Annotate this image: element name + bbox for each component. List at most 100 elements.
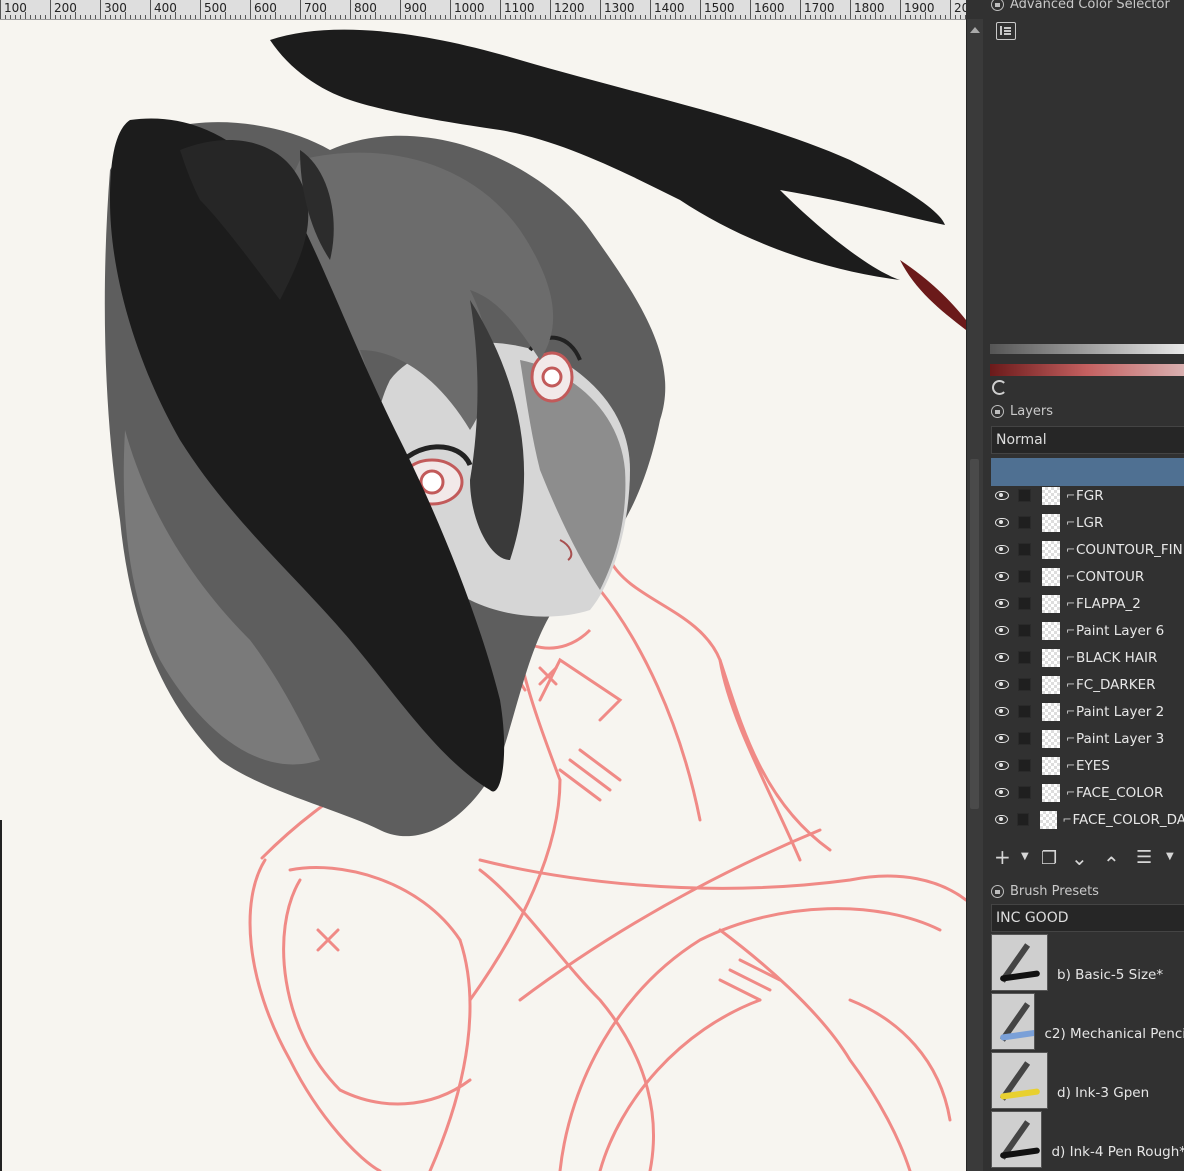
ruler-tick	[460, 15, 461, 19]
layer-thumbnail-icon	[1042, 567, 1060, 586]
eye-icon[interactable]	[995, 815, 1008, 824]
inherit-alpha-icon: ⌐	[1066, 732, 1076, 745]
layer-row[interactable]: ⌐ BLACK HAIR	[991, 644, 1184, 671]
chevron-down-icon[interactable]: ▼	[1166, 851, 1174, 862]
layer-row[interactable]: ⌐ Paint Layer 2	[991, 698, 1184, 725]
ruler-label: 800	[354, 1, 377, 15]
list-settings-icon[interactable]	[996, 22, 1016, 40]
brush-preset-item[interactable]: d) Ink-3 Gpen	[991, 1050, 1184, 1109]
vertical-scrollbar[interactable]	[966, 19, 983, 1171]
ruler-tick	[50, 0, 51, 19]
eye-icon[interactable]	[995, 788, 1009, 797]
ruler-tick	[795, 15, 796, 19]
brush-preset-item[interactable]: b) Basic-5 Size*	[991, 932, 1184, 991]
layer-checkbox[interactable]	[1018, 732, 1031, 745]
layer-row[interactable]: ⌐ CONTOUR	[991, 563, 1184, 590]
lock-icon[interactable]	[991, 885, 1004, 898]
eye-icon[interactable]	[995, 653, 1009, 662]
layer-checkbox[interactable]	[1018, 651, 1031, 664]
layer-checkbox[interactable]	[1018, 678, 1031, 691]
layer-row[interactable]: ⌐ FACE_COLOR	[991, 779, 1184, 806]
layer-row[interactable]: ⌐ COUNTOUR_FIN	[991, 536, 1184, 563]
scroll-thumb[interactable]	[970, 459, 979, 809]
ruler-tick	[510, 15, 511, 19]
color-selector-header: Advanced Color Selector	[991, 0, 1170, 12]
color-history-bar[interactable]	[990, 364, 1184, 376]
ruler-tick	[715, 15, 716, 19]
layer-row[interactable]: ⌐ LGR	[991, 509, 1184, 536]
ruler-tick	[115, 15, 116, 19]
ruler-tick	[710, 15, 711, 19]
eye-icon[interactable]	[995, 680, 1009, 689]
duplicate-layer-icon[interactable]: ❐	[1041, 848, 1057, 869]
artwork-canvas[interactable]	[0, 20, 966, 1171]
brush-tag-select[interactable]: INC GOOD	[991, 904, 1184, 932]
color-gradient-bar[interactable]	[990, 344, 1184, 354]
layer-checkbox[interactable]	[1018, 543, 1031, 556]
eye-icon[interactable]	[995, 491, 1009, 500]
blend-mode-select[interactable]: Normal	[991, 426, 1184, 454]
eye-icon[interactable]	[995, 734, 1009, 743]
eye-icon[interactable]	[995, 545, 1009, 554]
canvas-area[interactable]: 100 200 300 400 500 600 700 800 900 1000 1100 1200 1…	[0, 0, 966, 1171]
ruler-tick	[280, 15, 281, 19]
ruler-tick	[75, 12, 76, 19]
eye-icon[interactable]	[995, 626, 1009, 635]
ruler-label: 500	[204, 1, 227, 15]
layer-checkbox[interactable]	[1018, 705, 1031, 718]
eye-icon[interactable]	[995, 761, 1009, 770]
chevron-down-icon[interactable]: ▼	[1021, 851, 1029, 862]
move-up-icon[interactable]: ⌃	[1103, 852, 1120, 876]
ruler-tick	[575, 12, 576, 19]
ruler-tick	[205, 15, 206, 19]
layer-checkbox[interactable]	[1018, 516, 1031, 529]
ruler-label: 900	[404, 1, 427, 15]
layer-checkbox[interactable]	[1018, 759, 1031, 772]
ruler-tick	[100, 0, 101, 19]
add-layer-icon[interactable]: +	[994, 845, 1011, 869]
layer-row[interactable]: ⌐ Paint Layer 3	[991, 725, 1184, 752]
ruler-tick	[515, 15, 516, 19]
eye-icon[interactable]	[995, 518, 1009, 527]
ruler-tick	[685, 15, 686, 19]
ruler-tick	[890, 15, 891, 19]
layer-row[interactable]: ⌐ FC_DARKER	[991, 671, 1184, 698]
layer-row[interactable]: ⌐ FACE_COLOR_DA	[991, 806, 1184, 833]
scroll-up-icon[interactable]	[970, 27, 980, 33]
ruler-tick	[805, 15, 806, 19]
ruler-label: 1600	[754, 1, 785, 15]
ruler-tick	[785, 15, 786, 19]
layer-row[interactable]: ⌐ FGR	[991, 482, 1184, 509]
layer-checkbox[interactable]	[1018, 786, 1031, 799]
ruler-tick	[625, 12, 626, 19]
layer-checkbox[interactable]	[1018, 489, 1031, 502]
layer-checkbox[interactable]	[1018, 597, 1031, 610]
layer-row[interactable]: ⌐ FLAPPA_2	[991, 590, 1184, 617]
move-down-icon[interactable]: ⌄	[1071, 846, 1088, 870]
layer-row[interactable]: ⌐ EYES	[991, 752, 1184, 779]
ruler-tick	[90, 15, 91, 19]
layer-row[interactable]: ⌐ Paint Layer 6	[991, 617, 1184, 644]
layer-thumbnail-icon	[1042, 594, 1060, 613]
layer-checkbox[interactable]	[1018, 624, 1031, 637]
inherit-alpha-icon: ⌐	[1066, 705, 1076, 718]
refresh-icon[interactable]	[992, 380, 1007, 395]
eye-icon[interactable]	[995, 572, 1009, 581]
eye-icon[interactable]	[995, 707, 1009, 716]
layer-checkbox[interactable]	[1016, 813, 1030, 826]
ruler-tick	[520, 15, 521, 19]
lock-icon[interactable]	[991, 405, 1004, 418]
brush-preset-item[interactable]: d) Ink-4 Pen Rough*	[991, 1109, 1184, 1168]
ruler-tick	[830, 15, 831, 19]
ruler-tick	[400, 0, 401, 19]
ruler-label: 100	[4, 1, 27, 15]
ruler-tick	[910, 15, 911, 19]
brush-preset-item[interactable]: c2) Mechanical Penci	[991, 991, 1184, 1050]
layer-name: Paint Layer 6	[1076, 622, 1165, 639]
layer-checkbox[interactable]	[1018, 570, 1031, 583]
lock-icon[interactable]	[991, 0, 1004, 11]
layer-properties-icon[interactable]: ☰	[1136, 847, 1152, 868]
layer-thumbnail-icon	[1042, 675, 1060, 694]
eye-icon[interactable]	[995, 599, 1009, 608]
ruler-tick	[30, 15, 31, 19]
